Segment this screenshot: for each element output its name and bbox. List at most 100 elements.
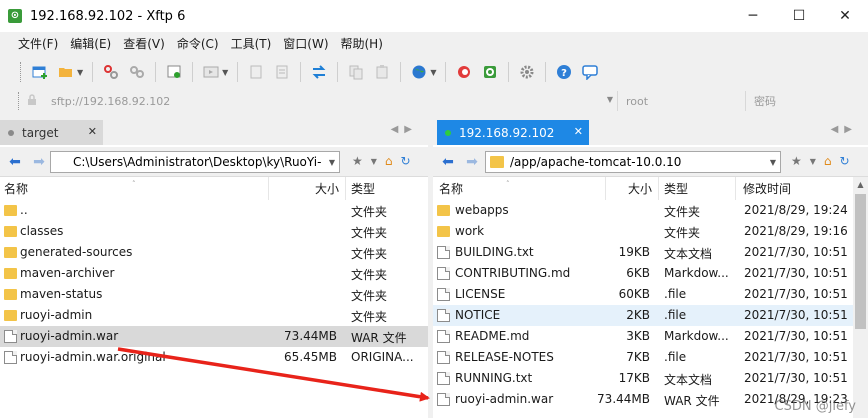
close-icon[interactable]: ✕ [88,125,97,138]
chevron-down-icon[interactable]: ▼ [222,68,228,77]
column-type[interactable]: 类型 [351,180,375,197]
folder-icon [437,205,450,216]
file-row[interactable]: ruoyi-admin.war.original 65.45MB ORIGINA..… [0,347,428,368]
file-size: 2KB [626,308,650,322]
tab-scroll-arrows-icon[interactable]: ◀▶ [391,124,418,135]
toolbar-separator [155,62,157,82]
disconnect-icon[interactable] [101,62,121,82]
file-row[interactable]: BUILDING.txt 19KB 文本文档 2021/7/30, 10:51 [433,242,868,263]
chevron-down-icon[interactable]: ▼ [77,68,83,77]
chevron-down-icon[interactable]: ▼ [430,68,436,77]
minimize-button[interactable]: ─ [730,0,776,32]
back-arrow-icon[interactable]: ⬅ [439,154,457,170]
chevron-down-icon[interactable]: ▼ [770,158,776,167]
file-row[interactable]: CONTRIBUTING.md 6KB Markdow... 2021/7/30, 1… [433,263,868,284]
chevron-down-icon[interactable]: ▼ [810,157,816,166]
xshell-icon[interactable] [454,62,474,82]
refresh-icon[interactable] [272,62,292,82]
reconnect-icon[interactable] [127,62,147,82]
xftp-icon[interactable] [480,62,500,82]
file-row[interactable]: README.md 3KB Markdow... 2021/7/30, 10:51 [433,326,868,347]
close-button[interactable]: ✕ [822,0,868,32]
menu-help[interactable]: 帮助(H) [335,32,389,56]
forward-arrow-icon[interactable]: ➡ [30,154,48,170]
scroll-up-icon[interactable]: ▲ [853,177,868,192]
properties-icon[interactable] [246,62,266,82]
menu-file[interactable]: 文件(F) [12,32,64,56]
remote-path-input[interactable]: /app/apache-tomcat-10.0.10 ▼ [485,151,781,173]
file-row[interactable]: ruoyi-admin.war 73.44MB WAR 文件 [0,326,428,347]
maximize-button[interactable]: ☐ [776,0,822,32]
chevron-down-icon[interactable]: ▼ [329,158,335,167]
column-divider[interactable] [735,177,736,200]
open-folder-icon[interactable] [56,62,76,82]
menu-edit[interactable]: 编辑(E) [64,32,117,56]
file-row[interactable]: maven-archiver 文件夹 [0,263,428,284]
chevron-down-icon[interactable]: ▼ [371,157,377,166]
menu-tools[interactable]: 工具(T) [225,32,278,56]
gear-icon[interactable] [517,62,537,82]
menu-view[interactable]: 查看(V) [117,32,171,56]
file-name: maven-archiver [20,266,115,280]
file-row[interactable]: generated-sources 文件夹 [0,242,428,263]
column-divider[interactable] [605,177,606,200]
local-path-value: C:\Users\Administrator\Desktop\ky\RuoYi- [73,155,322,169]
local-path-input[interactable]: C:\Users\Administrator\Desktop\ky\RuoYi-… [50,151,340,173]
home-icon[interactable]: ⌂ [824,154,832,168]
back-arrow-icon[interactable]: ⬅ [6,154,24,170]
file-row[interactable]: maven-status 文件夹 [0,284,428,305]
file-row[interactable]: .. 文件夹 [0,200,428,221]
file-icon [437,309,450,322]
file-row[interactable]: RELEASE-NOTES 7KB .file 2021/7/30, 10:51 [433,347,868,368]
password-input[interactable]: 密码 [745,91,865,111]
file-row[interactable]: RUNNING.txt 17KB 文本文档 2021/7/30, 10:51 [433,368,868,389]
file-row[interactable]: NOTICE 2KB .file 2021/7/30, 10:51 [433,305,868,326]
tab-remote-session[interactable]: 192.168.92.102 ✕ [437,120,589,145]
column-divider[interactable] [345,177,346,200]
column-name[interactable]: 名称 [439,180,463,197]
close-icon[interactable]: ✕ [574,125,583,138]
new-window-icon[interactable] [164,62,184,82]
scroll-thumb[interactable] [855,194,866,329]
column-modified[interactable]: 修改时间 [743,180,791,197]
globe-icon[interactable] [409,62,429,82]
refresh-icon[interactable]: ↻ [840,154,850,168]
column-divider[interactable] [268,177,269,200]
star-icon[interactable]: ★ [791,154,802,168]
transfer-window-icon[interactable] [201,62,221,82]
home-icon[interactable]: ⌂ [385,154,393,168]
star-icon[interactable]: ★ [352,154,363,168]
refresh-icon[interactable]: ↻ [401,154,411,168]
lock-icon [27,93,37,109]
column-divider[interactable] [658,177,659,200]
help-icon[interactable]: ? [554,62,574,82]
file-row[interactable]: work 文件夹 2021/8/29, 19:16 [433,221,868,242]
file-row[interactable]: webapps 文件夹 2021/8/29, 19:24 [433,200,868,221]
username-input[interactable]: root [617,91,745,111]
window-controls: ─ ☐ ✕ [730,0,868,32]
tab-local-target[interactable]: target ✕ [0,120,103,145]
watermark: CSDN @jiefy [774,399,856,414]
file-type: WAR 文件 [664,394,720,408]
forward-arrow-icon[interactable]: ➡ [463,154,481,170]
column-type[interactable]: 类型 [664,180,688,197]
menu-command[interactable]: 命令(C) [171,32,225,56]
address-grip[interactable] [18,92,21,110]
column-name[interactable]: 名称 [4,180,28,197]
file-row[interactable]: LICENSE 60KB .file 2021/7/30, 10:51 [433,284,868,305]
menu-window[interactable]: 窗口(W) [277,32,334,56]
toolbar-grip[interactable] [20,62,23,82]
file-row[interactable]: classes 文件夹 [0,221,428,242]
paste-icon[interactable] [372,62,392,82]
host-address-input[interactable]: sftp://192.168.92.102 ▼ [37,91,617,111]
copy-icon[interactable] [346,62,366,82]
column-size[interactable]: 大小 [315,180,339,197]
chevron-down-icon[interactable]: ▼ [607,95,613,104]
chat-icon[interactable] [580,62,600,82]
sync-icon[interactable] [309,62,329,82]
tab-scroll-arrows-icon[interactable]: ◀▶ [831,124,858,135]
file-row[interactable]: ruoyi-admin 文件夹 [0,305,428,326]
remote-scrollbar[interactable]: ▲ [853,177,868,418]
new-session-icon[interactable] [30,62,50,82]
column-size[interactable]: 大小 [628,180,652,197]
